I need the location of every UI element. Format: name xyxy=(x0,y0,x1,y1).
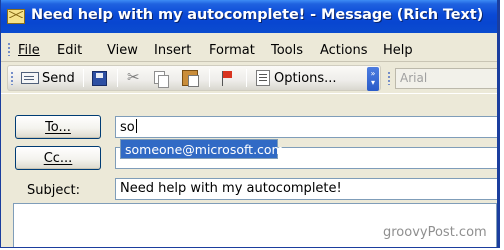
cc-button-label: Cc... xyxy=(43,150,73,166)
font-name-combo[interactable]: Arial xyxy=(395,68,497,89)
message-window: Need help with my autocomplete! - Messag… xyxy=(0,0,500,248)
subject-label: Subject: xyxy=(27,183,80,198)
formatting-toolbar-grip-icon[interactable] xyxy=(387,71,391,85)
save-icon xyxy=(92,70,107,86)
cc-button[interactable]: Cc... xyxy=(15,146,101,170)
toolbar-separator xyxy=(246,69,247,87)
toolbar-separator xyxy=(83,69,84,87)
cut-icon xyxy=(127,68,143,86)
follow-up-flag-button[interactable] xyxy=(220,69,234,87)
send-icon xyxy=(21,72,39,84)
window-title: Need help with my autocomplete! - Messag… xyxy=(31,7,484,23)
menu-bar: File Edit View Insert Format Tools Actio… xyxy=(1,36,497,62)
to-field[interactable]: so xyxy=(115,116,497,138)
to-field-value: so xyxy=(120,120,135,135)
options-icon xyxy=(256,70,270,86)
watermark-text: groovyPost.com xyxy=(383,225,487,240)
text-caret xyxy=(135,119,137,133)
toolbar-separator xyxy=(209,69,210,87)
copy-icon xyxy=(154,70,169,88)
menu-view[interactable]: View xyxy=(107,43,138,58)
send-label: Send xyxy=(42,70,75,86)
title-bar[interactable]: Need help with my autocomplete! - Messag… xyxy=(1,0,497,33)
options-label: Options... xyxy=(274,70,337,86)
options-button[interactable]: Options... xyxy=(256,69,337,87)
menu-insert[interactable]: Insert xyxy=(154,43,191,58)
message-envelope-icon[interactable] xyxy=(7,9,25,24)
save-button[interactable] xyxy=(92,69,107,87)
menu-tools[interactable]: Tools xyxy=(271,43,303,58)
subject-field-value: Need help with my autocomplete! xyxy=(120,181,342,196)
paste-icon xyxy=(182,70,199,87)
toolbar-grip-icon[interactable] xyxy=(10,71,14,85)
toolbar-separator xyxy=(117,69,118,87)
subject-field[interactable]: Need help with my autocomplete! xyxy=(115,178,497,200)
autocomplete-suggestion[interactable]: someone@microsoft.com xyxy=(120,139,284,159)
to-button[interactable]: To... xyxy=(15,115,101,139)
menu-edit[interactable]: Edit xyxy=(57,43,82,58)
menu-help[interactable]: Help xyxy=(383,43,413,58)
menu-format[interactable]: Format xyxy=(209,43,255,58)
menubar-grip-icon[interactable] xyxy=(7,42,11,56)
paste-button[interactable] xyxy=(182,69,199,87)
cut-button[interactable] xyxy=(127,68,143,87)
copy-button[interactable] xyxy=(154,69,169,88)
flag-icon xyxy=(220,70,234,86)
standard-toolbar: Send Options... »▾ Arial xyxy=(1,63,497,93)
toolbar-overflow-icon[interactable]: » ▾ xyxy=(367,67,379,91)
to-button-label: To... xyxy=(45,119,71,135)
menu-file[interactable]: File xyxy=(18,43,40,58)
send-button[interactable]: Send xyxy=(21,69,75,87)
menu-actions[interactable]: Actions xyxy=(320,43,368,58)
